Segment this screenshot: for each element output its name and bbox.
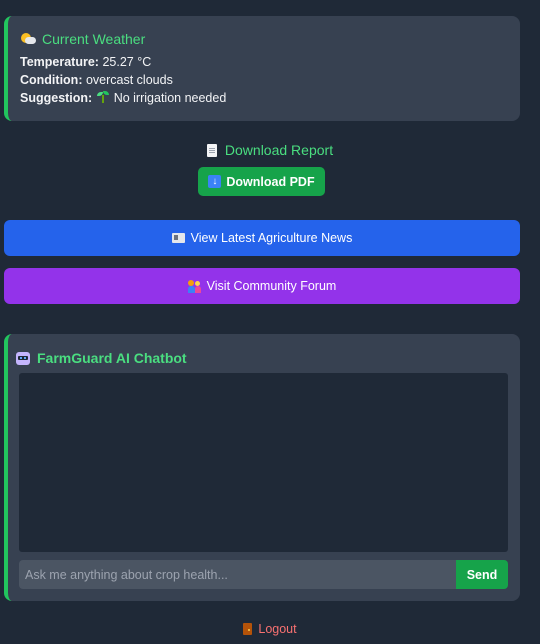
download-pdf-label: Download PDF <box>226 174 315 189</box>
weather-card: Current Weather Temperature: 25.27 °C Co… <box>4 16 520 121</box>
community-forum-label: Visit Community Forum <box>206 279 337 293</box>
suggestion-label: Suggestion: <box>20 91 93 105</box>
temperature-label: Temperature: <box>20 55 99 69</box>
chat-input[interactable] <box>19 560 457 589</box>
suggestion-value: No irrigation needed <box>113 91 227 105</box>
document-icon <box>206 143 217 157</box>
chatbot-title-text: FarmGuard AI Chatbot <box>37 350 187 366</box>
suggestion-row: Suggestion: No irrigation needed <box>20 89 520 107</box>
seedling-icon <box>96 91 110 103</box>
community-forum-button[interactable]: Visit Community Forum <box>4 268 520 304</box>
chat-log[interactable] <box>19 373 508 552</box>
weather-title: Current Weather <box>20 30 520 48</box>
report-heading-text: Download Report <box>224 142 334 158</box>
temperature-value: 25.27 °C <box>102 55 152 69</box>
chatbot-title: FarmGuard AI Chatbot <box>16 349 187 367</box>
view-news-label: View Latest Agriculture News <box>190 231 353 245</box>
view-news-button[interactable]: View Latest Agriculture News <box>4 220 520 256</box>
weather-title-text: Current Weather <box>42 31 146 47</box>
sun-behind-cloud-icon <box>20 32 36 46</box>
condition-value: overcast clouds <box>85 73 173 87</box>
download-pdf-button[interactable]: ↓ Download PDF <box>198 167 325 196</box>
logout-label: Logout <box>258 621 297 636</box>
condition-row: Condition: overcast clouds <box>20 71 520 89</box>
robot-icon <box>16 351 30 365</box>
send-button[interactable]: Send <box>456 560 508 589</box>
door-icon <box>243 622 253 635</box>
temperature-row: Temperature: 25.27 °C <box>20 53 520 71</box>
condition-label: Condition: <box>20 73 83 87</box>
newspaper-icon <box>171 233 185 243</box>
logout-link[interactable]: Logout <box>0 620 540 637</box>
report-heading: Download Report <box>0 141 540 159</box>
down-arrow-icon: ↓ <box>208 175 222 188</box>
people-icon <box>187 279 201 293</box>
